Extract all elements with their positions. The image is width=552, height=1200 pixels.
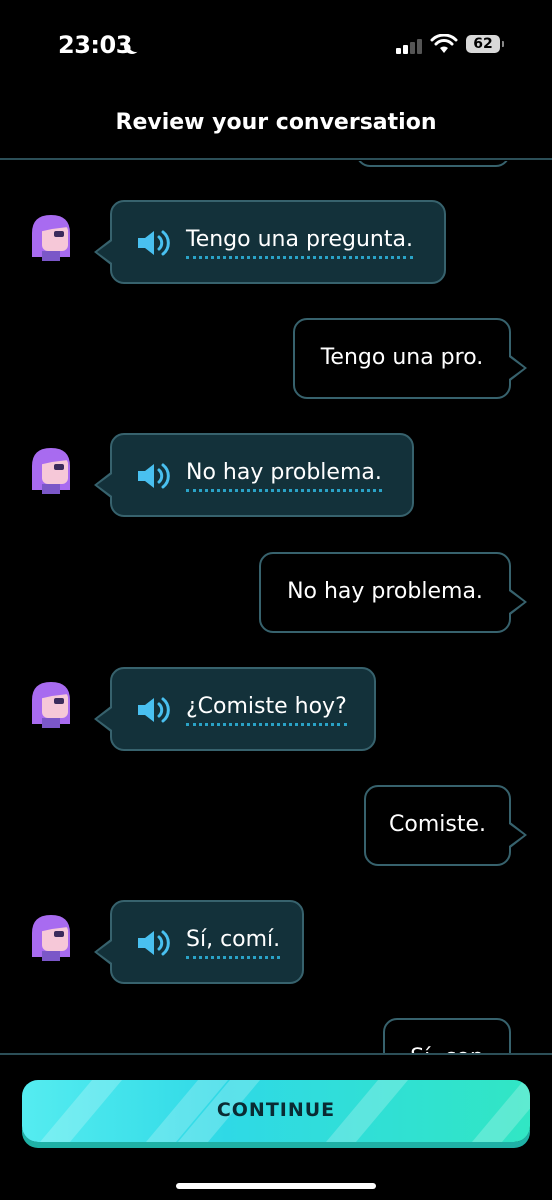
message-bubble-user: Tengo una pro. (293, 318, 527, 399)
message-bubble-user: Sí, con (383, 1018, 511, 1054)
battery-indicator: 62 (466, 35, 504, 53)
continue-label: CONTINUE (216, 1099, 336, 1121)
message-text: Tengo una pro. (320, 345, 484, 370)
character-avatar (32, 448, 70, 494)
message-bubble-character: Sí, comí. (94, 900, 304, 984)
message-text[interactable]: Sí, comí. (186, 927, 281, 959)
wifi-icon (430, 34, 458, 53)
speaker-icon[interactable] (136, 695, 170, 725)
character-avatar (32, 215, 70, 261)
message-text: Comiste. (389, 812, 486, 837)
message-bubble-user: No hay problema. (259, 552, 527, 633)
message-text[interactable]: Tengo una pregunta. (186, 227, 413, 259)
page-title: Review your conversation (115, 110, 437, 135)
speaker-icon[interactable] (136, 928, 170, 958)
message-text[interactable]: ¿Comiste hoy? (186, 694, 347, 726)
home-indicator[interactable] (176, 1183, 376, 1189)
message-bubble-character: ¿Comiste hoy? (94, 667, 376, 751)
message-bubble-character: Tengo una pregunta. (94, 200, 446, 284)
status-bar: 23:03 62 (0, 0, 552, 90)
continue-button[interactable]: CONTINUE (22, 1080, 530, 1142)
message-text[interactable]: No hay problema. (186, 460, 382, 492)
top-divider (0, 158, 552, 160)
character-avatar (32, 682, 70, 728)
speaker-icon[interactable] (136, 461, 170, 491)
moon-icon (128, 36, 144, 52)
signal-icon (396, 38, 424, 54)
character-avatar (32, 915, 70, 961)
bottom-divider (0, 1053, 552, 1055)
conversation-list[interactable]: Tengo una pregunta. Tengo una pro. No ha… (0, 161, 552, 1054)
message-bubble-character: No hay problema. (94, 433, 414, 517)
message-text: No hay problema. (287, 579, 483, 604)
message-bubble-user (356, 161, 510, 167)
status-time: 23:03 (58, 31, 132, 59)
message-bubble-user: Comiste. (364, 785, 527, 866)
speaker-icon[interactable] (136, 228, 170, 258)
